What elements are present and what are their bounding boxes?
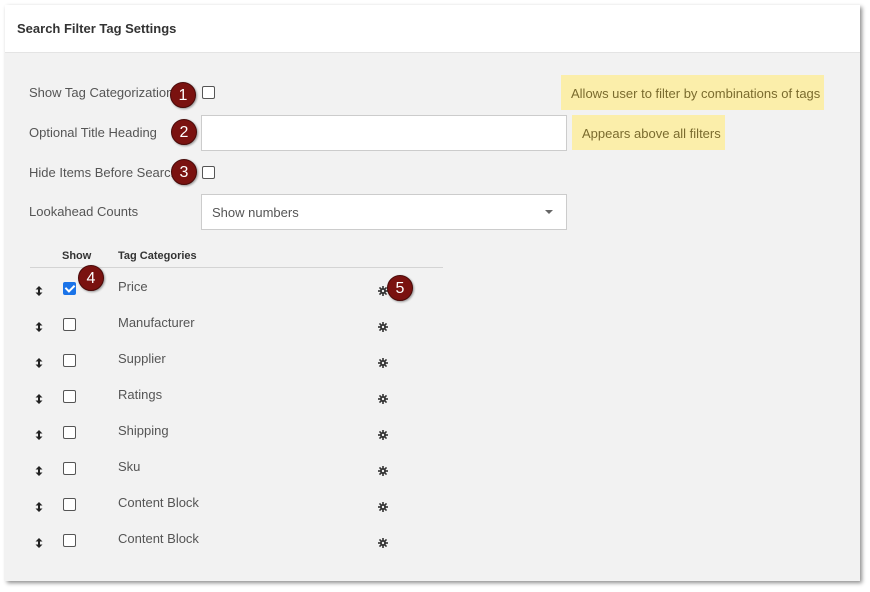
row-show-checkbox[interactable] xyxy=(63,534,76,547)
hide-items-before-search-label: Hide Items Before Search xyxy=(29,165,178,180)
chevron-down-icon xyxy=(545,210,553,214)
drag-handle-icon[interactable] xyxy=(35,427,43,440)
gear-icon[interactable] xyxy=(378,391,388,404)
tag-category-label: Shipping xyxy=(118,423,169,438)
row-show-checkbox[interactable] xyxy=(63,354,76,367)
row-show-checkbox[interactable] xyxy=(63,426,76,439)
callout-badge-3: 3 xyxy=(171,159,197,185)
tag-category-label: Ratings xyxy=(118,387,163,402)
drag-handle-icon[interactable] xyxy=(35,499,43,512)
row-show-checkbox[interactable] xyxy=(63,318,76,331)
optional-title-heading-input[interactable] xyxy=(201,115,567,151)
gear-icon[interactable] xyxy=(378,355,388,368)
table-header-show: Show xyxy=(62,250,92,262)
drag-handle-icon[interactable] xyxy=(35,463,43,476)
gear-icon[interactable] xyxy=(378,319,388,332)
drag-handle-icon[interactable] xyxy=(35,283,43,296)
row-show-checkbox[interactable] xyxy=(63,498,76,511)
lookahead-counts-select[interactable]: Show numbers xyxy=(201,194,567,230)
gear-icon[interactable] xyxy=(378,499,388,512)
optional-title-heading-hint: Appears above all filters xyxy=(572,115,725,150)
gear-icon[interactable] xyxy=(378,535,388,548)
table-header-tag-categories: Tag Categories xyxy=(118,250,197,262)
row-show-checkbox[interactable] xyxy=(63,462,76,475)
hide-items-before-search-checkbox[interactable] xyxy=(202,166,215,179)
callout-badge-5: 5 xyxy=(387,275,413,301)
callout-badge-4: 4 xyxy=(78,265,104,291)
row-show-checkbox[interactable] xyxy=(63,282,76,295)
tag-category-label: Sku xyxy=(118,459,141,474)
show-tag-categorization-checkbox[interactable] xyxy=(202,86,215,99)
gear-icon[interactable] xyxy=(378,463,388,476)
drag-handle-icon[interactable] xyxy=(35,355,43,368)
lookahead-counts-label: Lookahead Counts xyxy=(29,204,139,219)
callout-badge-1: 1 xyxy=(170,82,196,108)
callout-badge-2: 2 xyxy=(171,119,197,145)
show-tag-categorization-hint: Allows user to filter by combinations of… xyxy=(561,75,824,110)
optional-title-heading-label: Optional Title Heading xyxy=(29,125,157,140)
search-filter-tag-settings-panel: Search Filter Tag Settings Show Tag Cate… xyxy=(5,5,860,581)
tag-category-label: Manufacturer xyxy=(118,315,195,330)
gear-icon[interactable] xyxy=(378,427,388,440)
tag-category-label: Content Block xyxy=(118,531,199,546)
row-show-checkbox[interactable] xyxy=(63,390,76,403)
panel-title: Search Filter Tag Settings xyxy=(17,21,177,36)
drag-handle-icon[interactable] xyxy=(35,319,43,332)
lookahead-counts-selected-value: Show numbers xyxy=(212,205,299,220)
tag-category-label: Content Block xyxy=(118,495,199,510)
drag-handle-icon[interactable] xyxy=(35,535,43,548)
drag-handle-icon[interactable] xyxy=(35,391,43,404)
panel-header: Search Filter Tag Settings xyxy=(5,5,860,53)
show-tag-categorization-label: Show Tag Categorization xyxy=(29,85,174,100)
tag-category-label: Supplier xyxy=(118,351,166,366)
tag-category-label: Price xyxy=(118,279,148,294)
